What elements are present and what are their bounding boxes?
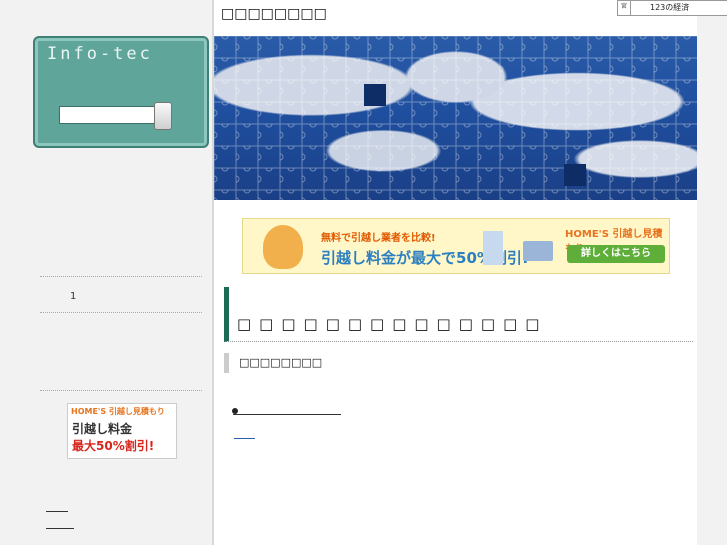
search-button[interactable] bbox=[154, 102, 172, 130]
main-content: □□□□□□□□ 無料で引越し業者を比較! 引越し料金が最大で50%割引! HO… bbox=[212, 0, 700, 545]
article-heading: □□□□□□□□□□□□□□ bbox=[224, 287, 693, 342]
page-title[interactable]: □□□□□□□□ bbox=[221, 6, 327, 22]
divider bbox=[40, 390, 202, 391]
puzzle-grid bbox=[214, 36, 698, 200]
missing-piece bbox=[364, 84, 386, 106]
site-logo[interactable]: Info-tec bbox=[47, 44, 197, 64]
banner-subtitle: 無料で引越し業者を比較! bbox=[321, 233, 436, 244]
building-image bbox=[483, 231, 503, 265]
logo-panel: Info-tec bbox=[33, 36, 209, 148]
mascot-image bbox=[263, 225, 303, 269]
truck-image bbox=[523, 241, 553, 261]
bullet-icon bbox=[232, 408, 238, 414]
search-input[interactable] bbox=[59, 106, 157, 124]
counter-text: 1 bbox=[70, 291, 77, 302]
divider bbox=[40, 312, 202, 313]
hero-world-puzzle-image bbox=[214, 36, 698, 200]
banner-brand: HOME'S 引越し見積もり bbox=[68, 404, 176, 420]
article-subheading: □□□□□□□□ bbox=[224, 353, 429, 373]
sidebar-link-2[interactable] bbox=[46, 528, 74, 529]
homes-banner-ad[interactable]: HOME'S 引越し見積もり 引越し料金 最大50%割引! bbox=[67, 403, 177, 459]
bullet-link[interactable] bbox=[232, 408, 341, 415]
top-widget[interactable]: 宮 123の経済 bbox=[617, 0, 727, 16]
article-link[interactable] bbox=[234, 438, 255, 439]
banner-line-1: 引越し料金 bbox=[72, 422, 133, 436]
right-gutter bbox=[697, 14, 727, 545]
divider bbox=[40, 276, 202, 277]
missing-piece bbox=[564, 164, 586, 186]
widget-text: 123の経済 bbox=[650, 3, 690, 12]
widget-label: 宮 bbox=[618, 1, 631, 15]
subheading-text: □□□□□□□□ bbox=[239, 356, 323, 369]
banner-line-2: 最大50%割引! bbox=[72, 439, 155, 453]
details-button[interactable]: 詳しくはこちら bbox=[567, 245, 665, 263]
moving-cost-banner-ad[interactable]: 無料で引越し業者を比較! 引越し料金が最大で50%割引! HOME'S 引越し見… bbox=[242, 218, 670, 274]
left-sidebar: Info-tec 1 HOME'S 引越し見積もり 引越し料金 最大50%割引! bbox=[0, 0, 212, 545]
article-title: □□□□□□□□□□□□□□ bbox=[237, 315, 548, 333]
sidebar-link-1[interactable] bbox=[46, 511, 68, 512]
